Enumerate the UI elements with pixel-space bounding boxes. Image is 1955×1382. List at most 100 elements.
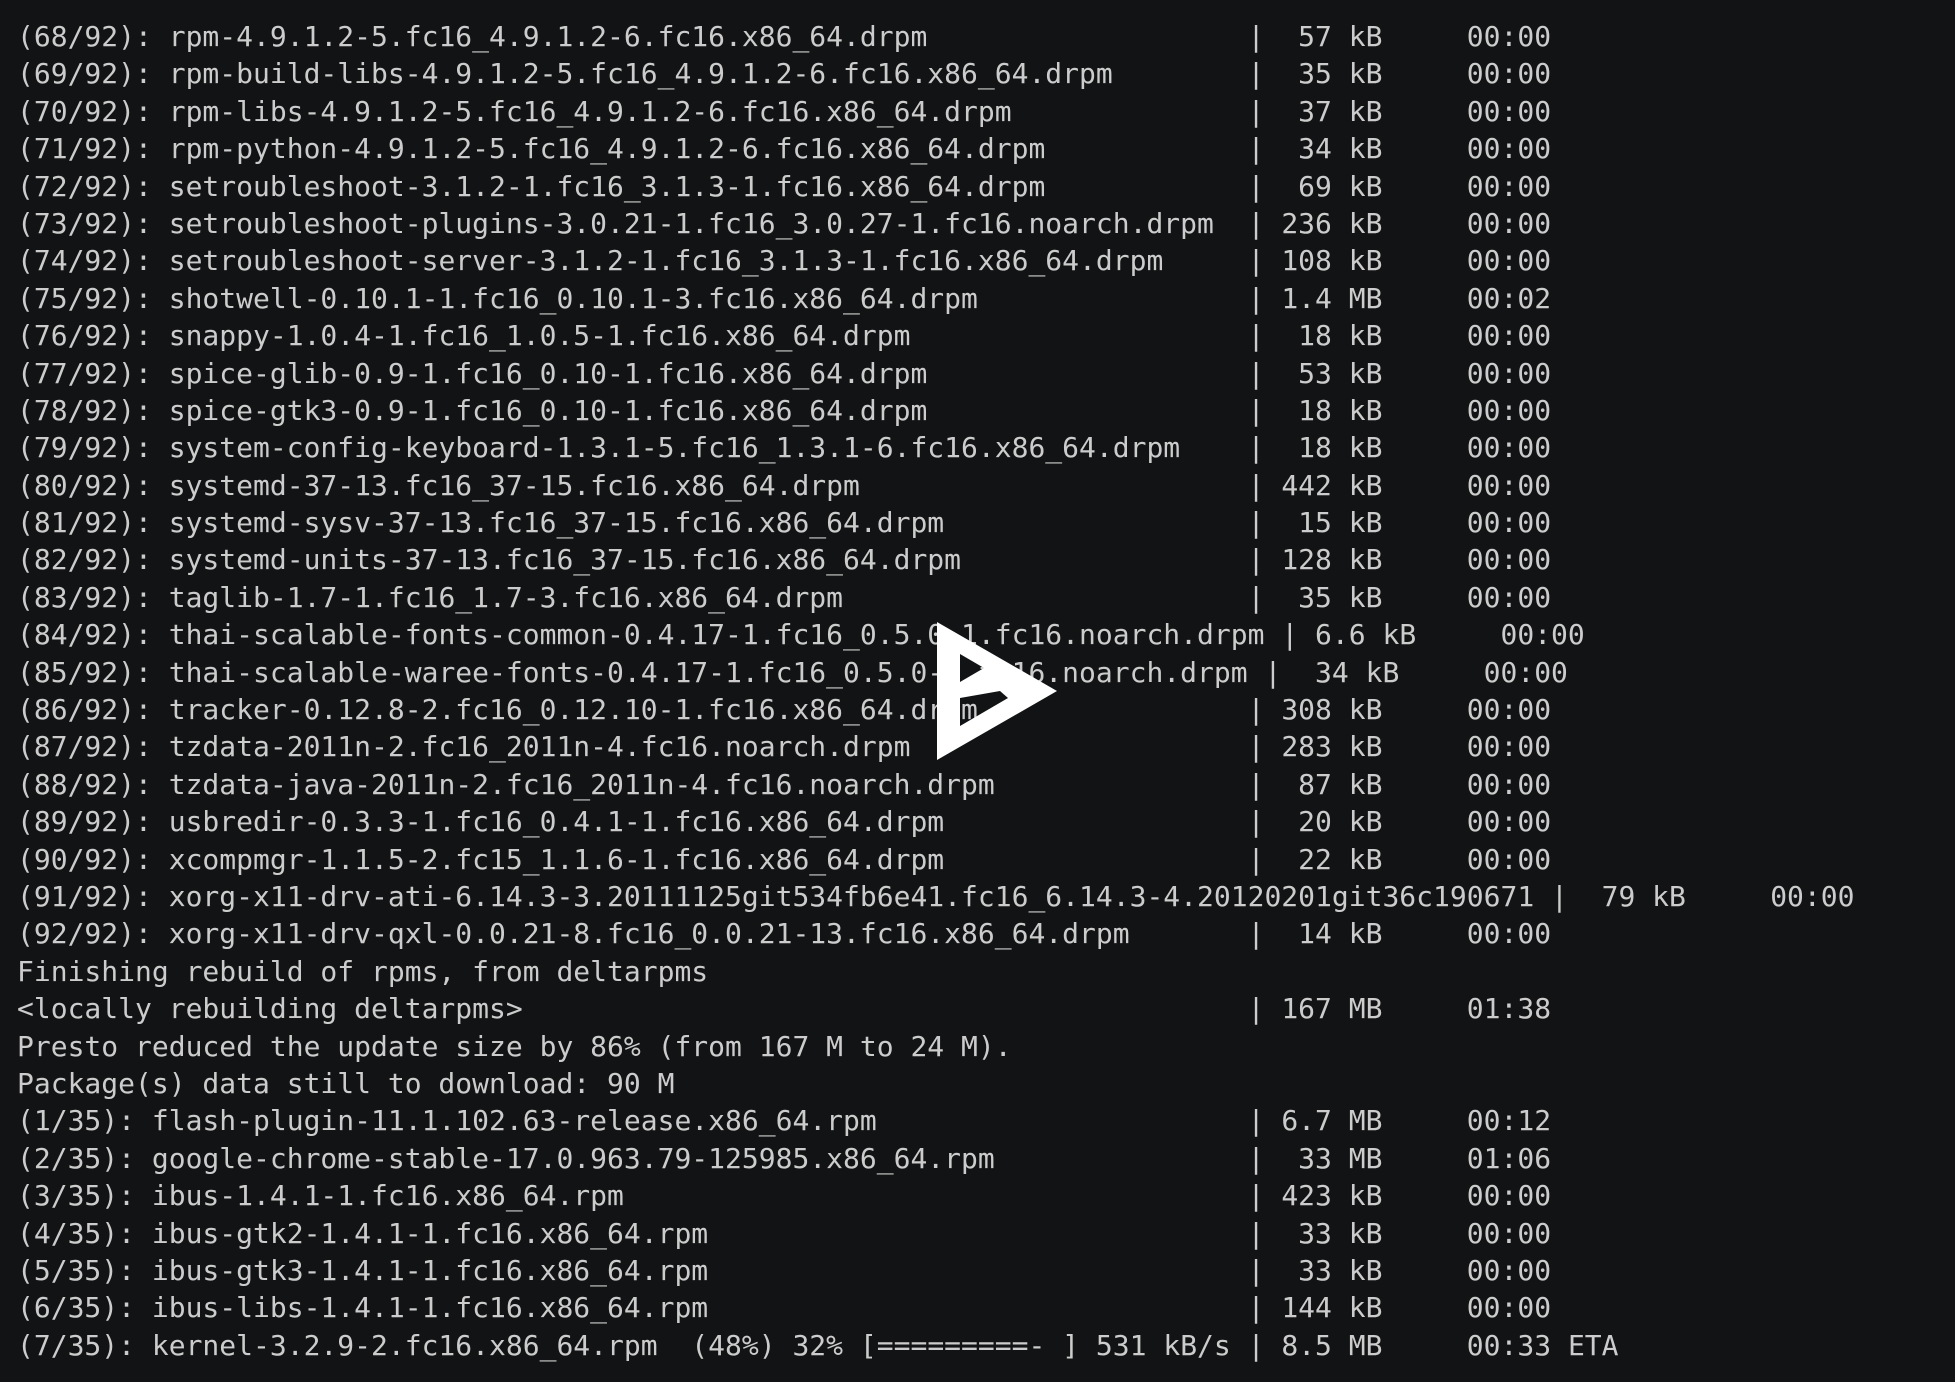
download-line: (2/35): google-chrome-stable-17.0.963.79…: [17, 1140, 1855, 1177]
package-name: xorg-x11-drv-ati-6.14.3-3.20111125git534…: [168, 879, 1552, 913]
download-line: (74/92): setroubleshoot-server-3.1.2-1.f…: [17, 242, 1855, 279]
column-separator: |: [1247, 94, 1282, 128]
download-line: (76/92): snappy-1.0.4-1.fc16_1.0.5-1.fc1…: [17, 317, 1855, 354]
download-line: (3/35): ibus-1.4.1-1.fc16.x86_64.rpm | 4…: [17, 1177, 1855, 1214]
download-time: 00:00: [1466, 431, 1552, 465]
download-time: 00:00: [1466, 580, 1552, 614]
progress-bar: [=========- ]: [859, 1328, 1080, 1362]
terminal-player[interactable]: (68/92): rpm-4.9.1.2-5.fc16_4.9.1.2-6.fc…: [0, 0, 1955, 1379]
download-time: 00:33: [1466, 1328, 1568, 1362]
rebuild-line: <locally rebuilding deltarpms> | 167 MB …: [17, 990, 1855, 1027]
column-separator: |: [1247, 543, 1282, 577]
download-size: 18 kB: [1281, 431, 1383, 465]
column-separator: |: [1247, 319, 1282, 353]
download-counter: (77/92):: [17, 356, 169, 390]
download-time: 00:00: [1466, 842, 1552, 876]
package-name: ibus-gtk2-1.4.1-1.fc16.x86_64.rpm: [151, 1216, 1248, 1250]
download-time: 00:00: [1500, 618, 1585, 652]
package-name: ibus-libs-1.4.1-1.fc16.x86_64.rpm: [151, 1291, 1248, 1325]
package-name: setroubleshoot-3.1.2-1.fc16_3.1.3-1.fc16…: [168, 169, 1248, 203]
download-line: (77/92): spice-glib-0.9-1.fc16_0.10-1.fc…: [17, 355, 1855, 392]
download-time: 00:00: [1466, 356, 1552, 390]
download-time: 00:00: [1483, 655, 1568, 689]
download-size: 167 MB: [1281, 992, 1383, 1026]
download-counter: (2/35):: [17, 1141, 152, 1175]
download-counter: (75/92):: [17, 281, 169, 315]
download-time: 00:00: [1466, 393, 1552, 427]
column-separator: |: [1247, 1291, 1282, 1325]
download-size: 35 kB: [1281, 57, 1383, 91]
column-separator: |: [1247, 206, 1282, 240]
package-name: rpm-python-4.9.1.2-5.fc16_4.9.1.2-6.fc16…: [168, 132, 1248, 166]
play-button[interactable]: [930, 618, 1064, 764]
download-size: 69 kB: [1281, 169, 1383, 203]
package-name: setroubleshoot-plugins-3.0.21-1.fc16_3.0…: [168, 206, 1248, 240]
column-separator: |: [1247, 730, 1282, 764]
download-counter: (84/92):: [17, 618, 169, 652]
download-line: (71/92): rpm-python-4.9.1.2-5.fc16_4.9.1…: [17, 130, 1855, 167]
download-time: 00:12: [1466, 1104, 1552, 1138]
download-size: 57 kB: [1281, 20, 1383, 53]
download-line: (83/92): taglib-1.7-1.fc16_1.7-3.fc16.x8…: [17, 579, 1855, 616]
download-size: 79 kB: [1584, 879, 1686, 913]
download-size: 53 kB: [1281, 356, 1383, 390]
download-line: (4/35): ibus-gtk2-1.4.1-1.fc16.x86_64.rp…: [17, 1215, 1855, 1252]
download-line: (88/92): tzdata-java-2011n-2.fc16_2011n-…: [17, 766, 1855, 803]
column-separator: |: [1247, 393, 1282, 427]
column-separator: |: [1247, 506, 1282, 540]
download-size: 34 kB: [1298, 655, 1400, 689]
column-separator: |: [1247, 431, 1282, 465]
download-line: (79/92): system-config-keyboard-1.3.1-5.…: [17, 429, 1855, 466]
download-counter: (71/92):: [17, 132, 169, 166]
column-separator: |: [1247, 767, 1282, 801]
download-line: (81/92): systemd-sysv-37-13.fc16_37-15.f…: [17, 504, 1855, 541]
download-counter: (89/92):: [17, 805, 169, 839]
download-time: 00:00: [1466, 244, 1552, 278]
download-size: 236 kB: [1281, 206, 1383, 240]
column-separator: |: [1247, 169, 1282, 203]
download-time: 00:00: [1466, 1253, 1552, 1287]
download-counter: (69/92):: [17, 57, 169, 91]
download-counter: (86/92):: [17, 693, 169, 727]
download-size: 108 kB: [1281, 244, 1383, 278]
column-separator: |: [1247, 693, 1282, 727]
column-separator: |: [1247, 580, 1282, 614]
column-separator: |: [1247, 917, 1282, 951]
download-line: (78/92): spice-gtk3-0.9-1.fc16_0.10-1.fc…: [17, 392, 1855, 429]
download-counter: (91/92):: [17, 879, 169, 913]
download-time: 00:00: [1466, 1216, 1552, 1250]
download-counter: (78/92):: [17, 393, 169, 427]
download-size: 128 kB: [1281, 543, 1383, 577]
download-time: 00:00: [1466, 1291, 1552, 1325]
status-line: Finishing rebuild of rpms, from deltarpm…: [17, 953, 1855, 990]
eta-label: ETA: [1567, 1328, 1619, 1362]
download-counter: (70/92):: [17, 94, 169, 128]
package-name: ibus-gtk3-1.4.1-1.fc16.x86_64.rpm: [151, 1253, 1248, 1287]
column-separator: |: [1247, 356, 1282, 390]
column-separator: |: [1247, 805, 1282, 839]
package-name: tzdata-2011n-2.fc16_2011n-4.fc16.noarch.…: [168, 730, 1248, 764]
download-size: 14 kB: [1281, 917, 1383, 951]
download-size: 8.5 MB: [1281, 1328, 1383, 1362]
download-size: 87 kB: [1281, 767, 1383, 801]
download-counter: (72/92):: [17, 169, 169, 203]
download-counter: (68/92):: [17, 20, 169, 53]
column-separator: |: [1247, 281, 1282, 315]
download-size: 33 kB: [1281, 1216, 1383, 1250]
package-name: spice-glib-0.9-1.fc16_0.10-1.fc16.x86_64…: [168, 356, 1248, 390]
asciinema-play-icon: [937, 622, 1057, 760]
package-name: thai-scalable-fonts-common-0.4.17-1.fc16…: [168, 618, 1282, 652]
column-separator: |: [1551, 879, 1585, 913]
package-name: kernel-3.2.9-2.fc16.x86_64.rpm: [151, 1328, 692, 1362]
